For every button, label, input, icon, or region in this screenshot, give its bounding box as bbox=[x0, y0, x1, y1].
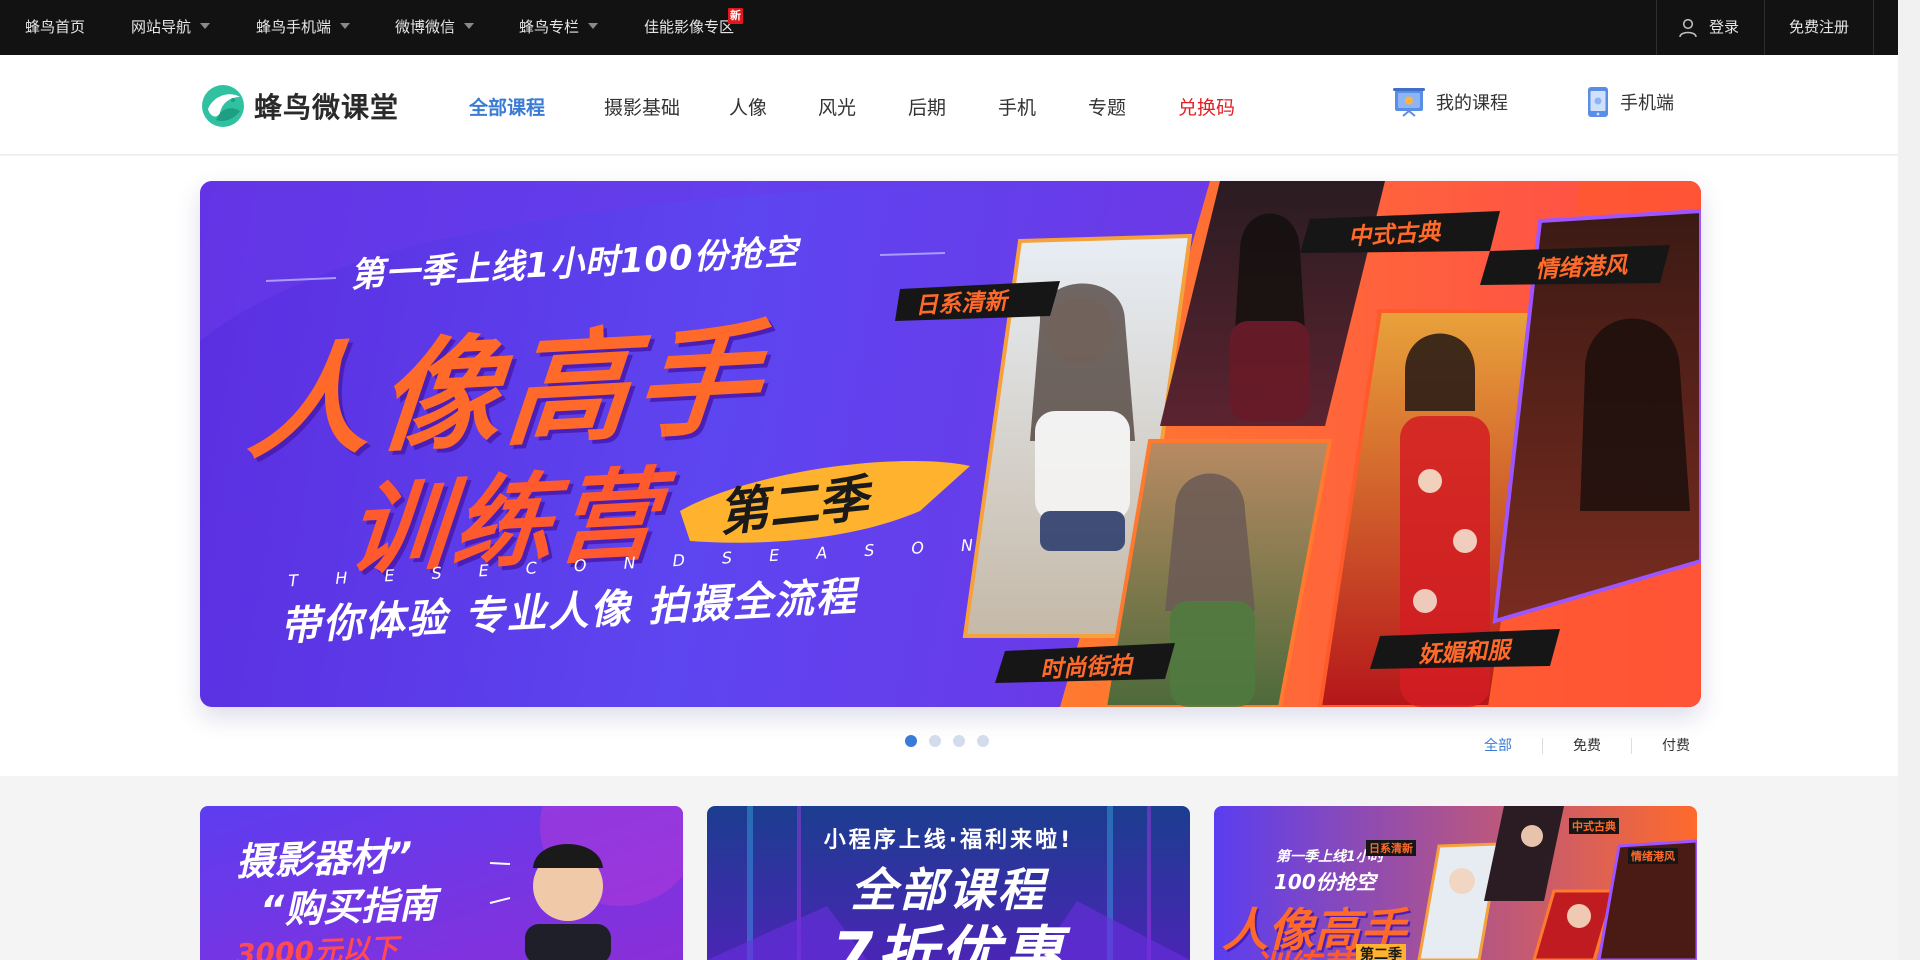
banner-style-tag: 妩媚和服 bbox=[1417, 637, 1511, 669]
course-card-portrait-camp[interactable]: 第一季上线1小时 100份抢空 人像高手 训练营 第二季 日系清新 中式古典 情… bbox=[1214, 806, 1697, 960]
carousel-dot-1[interactable] bbox=[905, 735, 917, 747]
course-card-miniprogram-promo[interactable]: 小程序上线·福利来啦! 全部课程 7折优惠 bbox=[707, 806, 1190, 960]
hero-banner[interactable]: 第一季上线1小时100份抢空 人像高手 训练营 第二季 T H E S E C … bbox=[200, 181, 1701, 707]
logo-text: 蜂鸟微课堂 bbox=[254, 91, 400, 124]
banner-style-tag: 情绪港风 bbox=[1534, 252, 1628, 284]
topbar-home-link[interactable]: 蜂鸟首页 bbox=[25, 0, 85, 55]
nav-item-photography-basics[interactable]: 摄影基础 bbox=[604, 93, 680, 120]
card-style-tag: 情绪港风 bbox=[1628, 848, 1678, 864]
login-label: 登录 bbox=[1709, 18, 1740, 36]
mobile-app-link[interactable]: 手机端 bbox=[1586, 85, 1674, 119]
topbar-mobile-menu[interactable]: 蜂鸟手机端 bbox=[256, 0, 351, 55]
card-style-tag: 中式古典 bbox=[1569, 818, 1619, 834]
carousel-indicators bbox=[905, 735, 989, 747]
course-card-equipment-guide[interactable]: 摄影器材” “购买指南 3000元以下 bbox=[200, 806, 683, 960]
top-bar: 蜂鸟首页 网站导航 蜂鸟手机端 微博微信 蜂鸟专栏 佳能影像专区新 登录 免费注… bbox=[0, 0, 1898, 55]
new-badge: 新 bbox=[728, 8, 744, 24]
topbar-weibo-wechat-label: 微博微信 bbox=[395, 18, 456, 36]
card-line3: 3000元以下 bbox=[235, 932, 399, 960]
filter-all[interactable]: 全部 bbox=[1454, 738, 1542, 754]
card-line2: “购买指南 bbox=[259, 881, 438, 933]
site-header: 蜂鸟微课堂 全部课程 摄影基础 人像 风光 后期 手机 专题 兑换码 我的课程 … bbox=[0, 55, 1898, 155]
carousel-dot-4[interactable] bbox=[977, 735, 989, 747]
card-line4: 训练营 bbox=[1252, 940, 1354, 960]
chevron-down-icon bbox=[464, 23, 475, 29]
course-price-filter: 全部 免费 付费 bbox=[1454, 735, 1720, 757]
nav-item-post-processing[interactable]: 后期 bbox=[908, 93, 946, 120]
topbar-column-menu[interactable]: 蜂鸟专栏 bbox=[519, 0, 599, 55]
filter-free[interactable]: 免费 bbox=[1542, 738, 1631, 754]
nav-item-topics[interactable]: 专题 bbox=[1088, 93, 1126, 120]
chevron-down-icon bbox=[588, 23, 599, 29]
topbar-home-label: 蜂鸟首页 bbox=[25, 18, 86, 36]
login-button[interactable]: 登录 bbox=[1656, 0, 1764, 55]
chevron-down-icon bbox=[200, 23, 211, 29]
nav-item-portrait[interactable]: 人像 bbox=[729, 93, 767, 120]
topbar-site-nav-label: 网站导航 bbox=[131, 18, 192, 36]
register-button[interactable]: 免费注册 bbox=[1764, 0, 1874, 55]
banner-style-tag: 日系清新 bbox=[914, 288, 1008, 320]
mobile-phone-icon bbox=[1588, 87, 1608, 117]
course-screen-icon bbox=[1393, 88, 1425, 117]
card-line3: 7折优惠 bbox=[831, 920, 1066, 960]
register-label: 免费注册 bbox=[1789, 18, 1850, 36]
carousel-dot-3[interactable] bbox=[953, 735, 965, 747]
topbar-weibo-wechat-menu[interactable]: 微博微信 bbox=[395, 0, 475, 55]
card-line2: 100份抢空 bbox=[1274, 870, 1376, 894]
banner-style-tag: 中式古典 bbox=[1347, 219, 1441, 251]
scrollbar[interactable] bbox=[1898, 0, 1920, 960]
nav-item-mobile-photo[interactable]: 手机 bbox=[998, 93, 1036, 120]
hummingbird-logo-icon bbox=[202, 85, 244, 127]
topbar-site-nav-menu[interactable]: 网站导航 bbox=[131, 0, 211, 55]
chevron-down-icon bbox=[340, 23, 351, 29]
nav-item-landscape[interactable]: 风光 bbox=[818, 93, 856, 120]
nav-item-all-courses[interactable]: 全部课程 bbox=[469, 93, 545, 120]
user-icon bbox=[1679, 18, 1697, 37]
topbar-mobile-label: 蜂鸟手机端 bbox=[256, 18, 332, 36]
mobile-app-label: 手机端 bbox=[1620, 93, 1674, 114]
my-courses-link[interactable]: 我的课程 bbox=[1392, 85, 1508, 119]
banner-style-tag: 时尚街拍 bbox=[1039, 652, 1133, 684]
my-courses-label: 我的课程 bbox=[1436, 93, 1508, 114]
card-style-tag: 日系清新 bbox=[1366, 840, 1416, 856]
card-line1: 小程序上线·福利来啦! bbox=[823, 828, 1074, 853]
nav-item-redeem-code[interactable]: 兑换码 bbox=[1178, 93, 1235, 120]
logo[interactable]: 蜂鸟微课堂 bbox=[200, 82, 399, 130]
filter-paid[interactable]: 付费 bbox=[1631, 738, 1720, 754]
carousel-dot-2[interactable] bbox=[929, 735, 941, 747]
topbar-canon-zone-label: 佳能影像专区 bbox=[644, 18, 735, 36]
topbar-column-label: 蜂鸟专栏 bbox=[519, 18, 580, 36]
card-season-tag: 第二季 bbox=[1356, 944, 1406, 960]
topbar-canon-zone-link[interactable]: 佳能影像专区新 bbox=[644, 0, 744, 55]
